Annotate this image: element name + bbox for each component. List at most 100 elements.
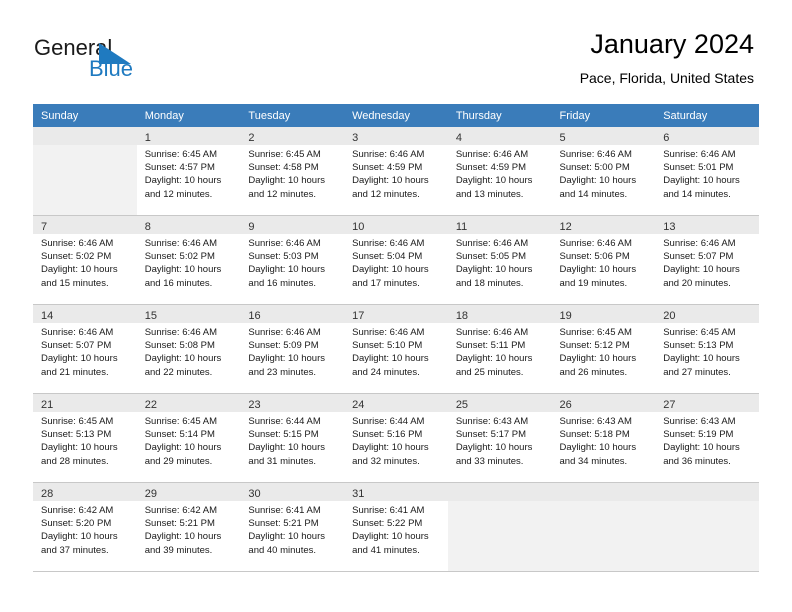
day-number: 3	[352, 132, 359, 144]
day-number: 6	[663, 132, 670, 144]
day-number: 23	[248, 399, 261, 411]
day-number: 28	[41, 488, 54, 500]
day-number: 17	[352, 310, 365, 322]
daylight-text-line2: and 26 minutes.	[559, 366, 628, 378]
calendar-day-cell[interactable]: 29 Sunrise: 6:42 AM Sunset: 5:21 PM Dayligh…	[136, 482, 241, 572]
sunrise-sunset-calendar-table: Sunday Monday Tuesday Wednesday Thursday…	[33, 104, 759, 572]
day-number: 2	[248, 132, 255, 144]
day-number: 12	[559, 221, 572, 233]
sunrise-text: Sunrise: 6:44 AM	[248, 416, 321, 427]
calendar-day-cell[interactable]: 31 Sunrise: 6:41 AM Sunset: 5:22 PM Dayligh…	[344, 482, 448, 572]
daylight-text-line2: and 13 minutes.	[455, 188, 524, 200]
calendar-day-cell[interactable]: 30 Sunrise: 6:41 AM Sunset: 5:21 PM Dayligh…	[240, 482, 345, 572]
daylight-text-line1: Daylight: 10 hours	[352, 264, 429, 276]
day-number: 8	[144, 221, 151, 233]
day-details: Sunrise: 6:46 AM Sunset: 5:02 PM Daylight:…	[33, 234, 137, 304]
daylight-text-line1: Daylight: 10 hours	[144, 264, 222, 276]
sunset-text: Sunset: 5:16 PM	[352, 429, 423, 441]
day-details: Sunrise: 6:43 AM Sunset: 5:18 PM Daylight:…	[551, 412, 656, 482]
calendar-day-cell[interactable]: 13 Sunrise: 6:46 AM Sunset: 5:07 PM Dayligh…	[655, 215, 759, 305]
day-details: Sunrise: 6:44 AM Sunset: 5:15 PM Daylight:…	[240, 412, 345, 482]
daylight-text-line2: and 34 minutes.	[559, 455, 628, 467]
sunrise-text: Sunrise: 6:45 AM	[559, 327, 632, 338]
day-details: Sunrise: 6:46 AM Sunset: 5:07 PM Daylight:…	[33, 323, 137, 393]
general-blue-logo[interactable]: General Blue	[34, 36, 214, 86]
day-number: 16	[248, 310, 261, 322]
daylight-text-line1: Daylight: 10 hours	[455, 264, 533, 276]
calendar-day-cell[interactable]: 1 Sunrise: 6:45 AM Sunset: 4:57 PM Daylight…	[136, 127, 241, 216]
daylight-text-line2: and 14 minutes.	[559, 188, 628, 200]
calendar-day-cell[interactable]: 11 Sunrise: 6:46 AM Sunset: 5:05 PM Dayligh…	[447, 215, 552, 305]
sunset-text: Sunset: 5:02 PM	[41, 251, 112, 263]
sunset-text: Sunset: 5:18 PM	[559, 429, 630, 441]
calendar-day-cell[interactable]: 26 Sunrise: 6:43 AM Sunset: 5:18 PM Dayligh…	[551, 393, 656, 483]
daylight-text-line1: Daylight: 10 hours	[248, 442, 325, 454]
daylight-text-line1: Daylight: 10 hours	[559, 353, 637, 365]
calendar-day-cell[interactable]: 20 Sunrise: 6:45 AM Sunset: 5:13 PM Dayligh…	[655, 304, 759, 394]
calendar-day-cell[interactable]: 5 Sunrise: 6:46 AM Sunset: 5:00 PM Daylight…	[551, 127, 656, 216]
calendar-day-cell[interactable]: 28 Sunrise: 6:42 AM Sunset: 5:20 PM Dayligh…	[33, 482, 137, 572]
day-details: Sunrise: 6:41 AM Sunset: 5:21 PM Daylight:…	[240, 501, 345, 571]
calendar-week-row: 28 Sunrise: 6:42 AM Sunset: 5:20 PM Dayligh…	[33, 482, 759, 572]
sunrise-text: Sunrise: 6:43 AM	[455, 416, 529, 427]
calendar-day-cell[interactable]: 21 Sunrise: 6:45 AM Sunset: 5:13 PM Dayligh…	[33, 393, 137, 483]
calendar-day-cell[interactable]: 19 Sunrise: 6:45 AM Sunset: 5:12 PM Dayligh…	[551, 304, 656, 394]
sunset-text: Sunset: 5:15 PM	[248, 429, 319, 441]
calendar-day-cell[interactable]: 15 Sunrise: 6:46 AM Sunset: 5:08 PM Dayligh…	[136, 304, 241, 394]
sunset-text: Sunset: 5:01 PM	[663, 162, 734, 174]
calendar-body: 1 Sunrise: 6:45 AM Sunset: 4:57 PM Daylight…	[33, 127, 759, 572]
calendar-day-cell[interactable]: 24 Sunrise: 6:44 AM Sunset: 5:16 PM Dayligh…	[344, 393, 448, 483]
daylight-text-line2: and 12 minutes.	[144, 188, 213, 200]
weekday-header-wednesday: Wednesday	[344, 104, 448, 127]
calendar-day-cell[interactable]: 23 Sunrise: 6:44 AM Sunset: 5:15 PM Dayligh…	[240, 393, 345, 483]
calendar-day-cell[interactable]: 10 Sunrise: 6:46 AM Sunset: 5:04 PM Dayligh…	[344, 215, 448, 305]
sunrise-text: Sunrise: 6:41 AM	[248, 505, 321, 516]
calendar-day-cell[interactable]: 8 Sunrise: 6:46 AM Sunset: 5:02 PM Daylight…	[136, 215, 241, 305]
page-title: January 2024	[590, 29, 754, 59]
sunset-text: Sunset: 5:19 PM	[663, 429, 734, 441]
calendar-day-cell[interactable]: 16 Sunrise: 6:46 AM Sunset: 5:09 PM Dayligh…	[240, 304, 345, 394]
weekday-header-friday: Friday	[551, 104, 656, 127]
daylight-text-line2: and 37 minutes.	[41, 544, 109, 556]
calendar-day-cell[interactable]: 3 Sunrise: 6:46 AM Sunset: 4:59 PM Daylight…	[344, 127, 448, 216]
calendar-week-row: 7 Sunrise: 6:46 AM Sunset: 5:02 PM Daylight…	[33, 215, 759, 305]
daylight-text-line2: and 41 minutes.	[352, 544, 420, 556]
calendar-day-cell[interactable]: 7 Sunrise: 6:46 AM Sunset: 5:02 PM Daylight…	[33, 215, 137, 305]
sunrise-text: Sunrise: 6:46 AM	[455, 149, 529, 160]
daylight-text-line2: and 27 minutes.	[663, 366, 731, 378]
day-number: 7	[41, 221, 48, 233]
sunrise-text: Sunrise: 6:46 AM	[352, 238, 425, 249]
day-details: Sunrise: 6:46 AM Sunset: 5:03 PM Daylight:…	[240, 234, 345, 304]
sunrise-text: Sunrise: 6:46 AM	[455, 327, 529, 338]
sunset-text: Sunset: 5:13 PM	[663, 340, 734, 352]
day-number: 25	[455, 399, 469, 411]
calendar-day-cell[interactable]: 2 Sunrise: 6:45 AM Sunset: 4:58 PM Daylight…	[240, 127, 345, 216]
day-details: Sunrise: 6:42 AM Sunset: 5:21 PM Daylight:…	[136, 501, 241, 571]
daylight-text-line1: Daylight: 10 hours	[455, 442, 533, 454]
calendar-day-cell-empty	[551, 482, 656, 572]
daylight-text-line1: Daylight: 10 hours	[144, 442, 222, 454]
sunset-text: Sunset: 4:57 PM	[144, 162, 215, 174]
day-details: Sunrise: 6:46 AM Sunset: 5:05 PM Daylight:…	[447, 234, 552, 304]
calendar-day-cell[interactable]: 6 Sunrise: 6:46 AM Sunset: 5:01 PM Daylight…	[655, 127, 759, 216]
day-details: Sunrise: 6:46 AM Sunset: 5:08 PM Daylight:…	[136, 323, 241, 393]
calendar-day-cell[interactable]: 12 Sunrise: 6:46 AM Sunset: 5:06 PM Dayligh…	[551, 215, 656, 305]
sunset-text: Sunset: 5:09 PM	[248, 340, 319, 352]
calendar-day-cell[interactable]: 4 Sunrise: 6:46 AM Sunset: 4:59 PM Daylight…	[447, 127, 552, 216]
daylight-text-line2: and 19 minutes.	[559, 277, 628, 289]
calendar-day-cell[interactable]: 17 Sunrise: 6:46 AM Sunset: 5:10 PM Dayligh…	[344, 304, 448, 394]
calendar-day-cell[interactable]: 18 Sunrise: 6:46 AM Sunset: 5:11 PM Dayligh…	[447, 304, 552, 394]
calendar-day-cell[interactable]: 9 Sunrise: 6:46 AM Sunset: 5:03 PM Daylight…	[240, 215, 345, 305]
calendar-day-cell[interactable]: 27 Sunrise: 6:43 AM Sunset: 5:19 PM Dayligh…	[655, 393, 759, 483]
sunrise-text: Sunrise: 6:45 AM	[144, 149, 218, 160]
calendar-day-cell[interactable]: 25 Sunrise: 6:43 AM Sunset: 5:17 PM Dayligh…	[447, 393, 552, 483]
daylight-text-line2: and 12 minutes.	[352, 188, 420, 200]
day-number: 31	[352, 488, 365, 500]
sunset-text: Sunset: 4:59 PM	[455, 162, 527, 174]
daylight-text-line1: Daylight: 10 hours	[663, 353, 740, 365]
day-details: Sunrise: 6:46 AM Sunset: 5:11 PM Daylight:…	[447, 323, 552, 393]
sunset-text: Sunset: 5:04 PM	[352, 251, 423, 263]
calendar-day-cell[interactable]: 14 Sunrise: 6:46 AM Sunset: 5:07 PM Dayligh…	[33, 304, 137, 394]
daylight-text-line1: Daylight: 10 hours	[663, 175, 740, 187]
calendar-day-cell[interactable]: 22 Sunrise: 6:45 AM Sunset: 5:14 PM Dayligh…	[136, 393, 241, 483]
